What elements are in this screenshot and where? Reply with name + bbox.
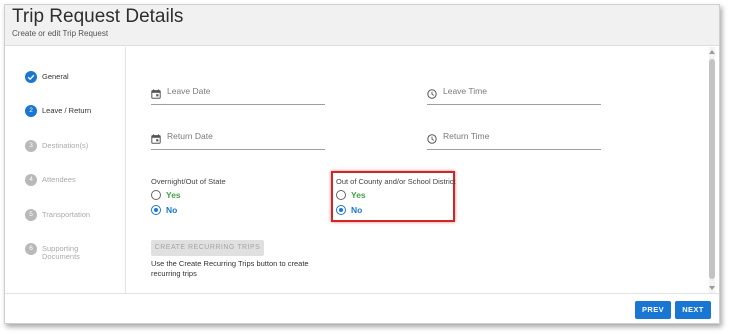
step-number: 6	[25, 243, 37, 255]
radio-label: No	[166, 205, 178, 215]
radio-checked-icon	[336, 205, 346, 215]
leave-return-form: Leave Date Leave Time Return Date Return…	[127, 47, 712, 293]
radio-checked-icon	[151, 205, 161, 215]
leave-time-field[interactable]: Leave Time	[427, 85, 601, 105]
step-number: 2	[25, 105, 37, 117]
overnight-label: Overnight/Out of State	[151, 177, 226, 186]
clock-icon	[427, 131, 437, 144]
step-leave-return[interactable]: 2 Leave / Return	[25, 105, 125, 125]
overnight-yes-radio[interactable]: Yes	[151, 190, 211, 202]
page-header: Trip Request Details Create or edit Trip…	[5, 5, 719, 46]
calendar-icon	[151, 131, 161, 144]
radio-unchecked-icon	[336, 190, 346, 200]
trip-request-window: Trip Request Details Create or edit Trip…	[4, 4, 720, 324]
return-date-field[interactable]: Return Date	[151, 130, 325, 150]
radio-label: No	[351, 205, 363, 215]
step-destinations[interactable]: 3 Destination(s)	[25, 140, 125, 160]
step-supporting-documents[interactable]: 6 Supporting Documents	[25, 243, 125, 263]
calendar-icon	[151, 86, 161, 99]
step-label: General	[42, 72, 69, 81]
step-label: Leave / Return	[42, 106, 92, 115]
step-label: Destination(s)	[42, 141, 89, 150]
step-label: Supporting Documents	[42, 244, 80, 261]
return-time-field[interactable]: Return Time	[427, 130, 601, 150]
step-number: 4	[25, 174, 37, 186]
leave-date-placeholder: Leave Date	[167, 86, 211, 96]
scroll-up-icon[interactable]	[709, 50, 715, 54]
step-attendees[interactable]: 4 Attendees	[25, 174, 125, 194]
out-of-county-label: Out of County and/or School District	[336, 177, 456, 186]
wizard-stepper: General 2 Leave / Return 3 Destination(s…	[5, 47, 126, 293]
overnight-no-radio[interactable]: No	[151, 205, 211, 217]
page-title: Trip Request Details	[12, 6, 184, 27]
check-icon	[25, 71, 37, 83]
clock-icon	[427, 86, 437, 99]
step-number: 5	[25, 209, 37, 221]
out-of-county-no-radio[interactable]: No	[336, 205, 396, 217]
page-subtitle: Create or edit Trip Request	[12, 29, 109, 38]
vertical-scrollbar[interactable]	[709, 47, 715, 293]
next-button[interactable]: NEXT	[675, 301, 711, 319]
return-time-placeholder: Return Time	[443, 131, 490, 141]
step-transportation[interactable]: 5 Transportation	[25, 209, 125, 229]
step-label: Attendees	[42, 175, 76, 184]
step-general[interactable]: General	[25, 71, 125, 91]
out-of-county-yes-radio[interactable]: Yes	[336, 190, 396, 202]
prev-button[interactable]: PREV	[635, 301, 671, 319]
radio-label: Yes	[351, 190, 366, 200]
radio-unchecked-icon	[151, 190, 161, 200]
step-label: Transportation	[42, 210, 91, 219]
radio-label: Yes	[166, 190, 181, 200]
return-date-placeholder: Return Date	[167, 131, 213, 141]
leave-time-placeholder: Leave Time	[443, 86, 487, 96]
step-number: 3	[25, 140, 37, 152]
wizard-footer: PREV NEXT	[5, 293, 719, 323]
leave-date-field[interactable]: Leave Date	[151, 85, 325, 105]
scrollbar-thumb[interactable]	[709, 59, 715, 279]
create-recurring-trips-button[interactable]: CREATE RECURRING TRIPS	[151, 240, 264, 256]
scroll-down-icon[interactable]	[709, 286, 715, 290]
recurring-help-text: Use the Create Recurring Trips button to…	[151, 259, 309, 278]
